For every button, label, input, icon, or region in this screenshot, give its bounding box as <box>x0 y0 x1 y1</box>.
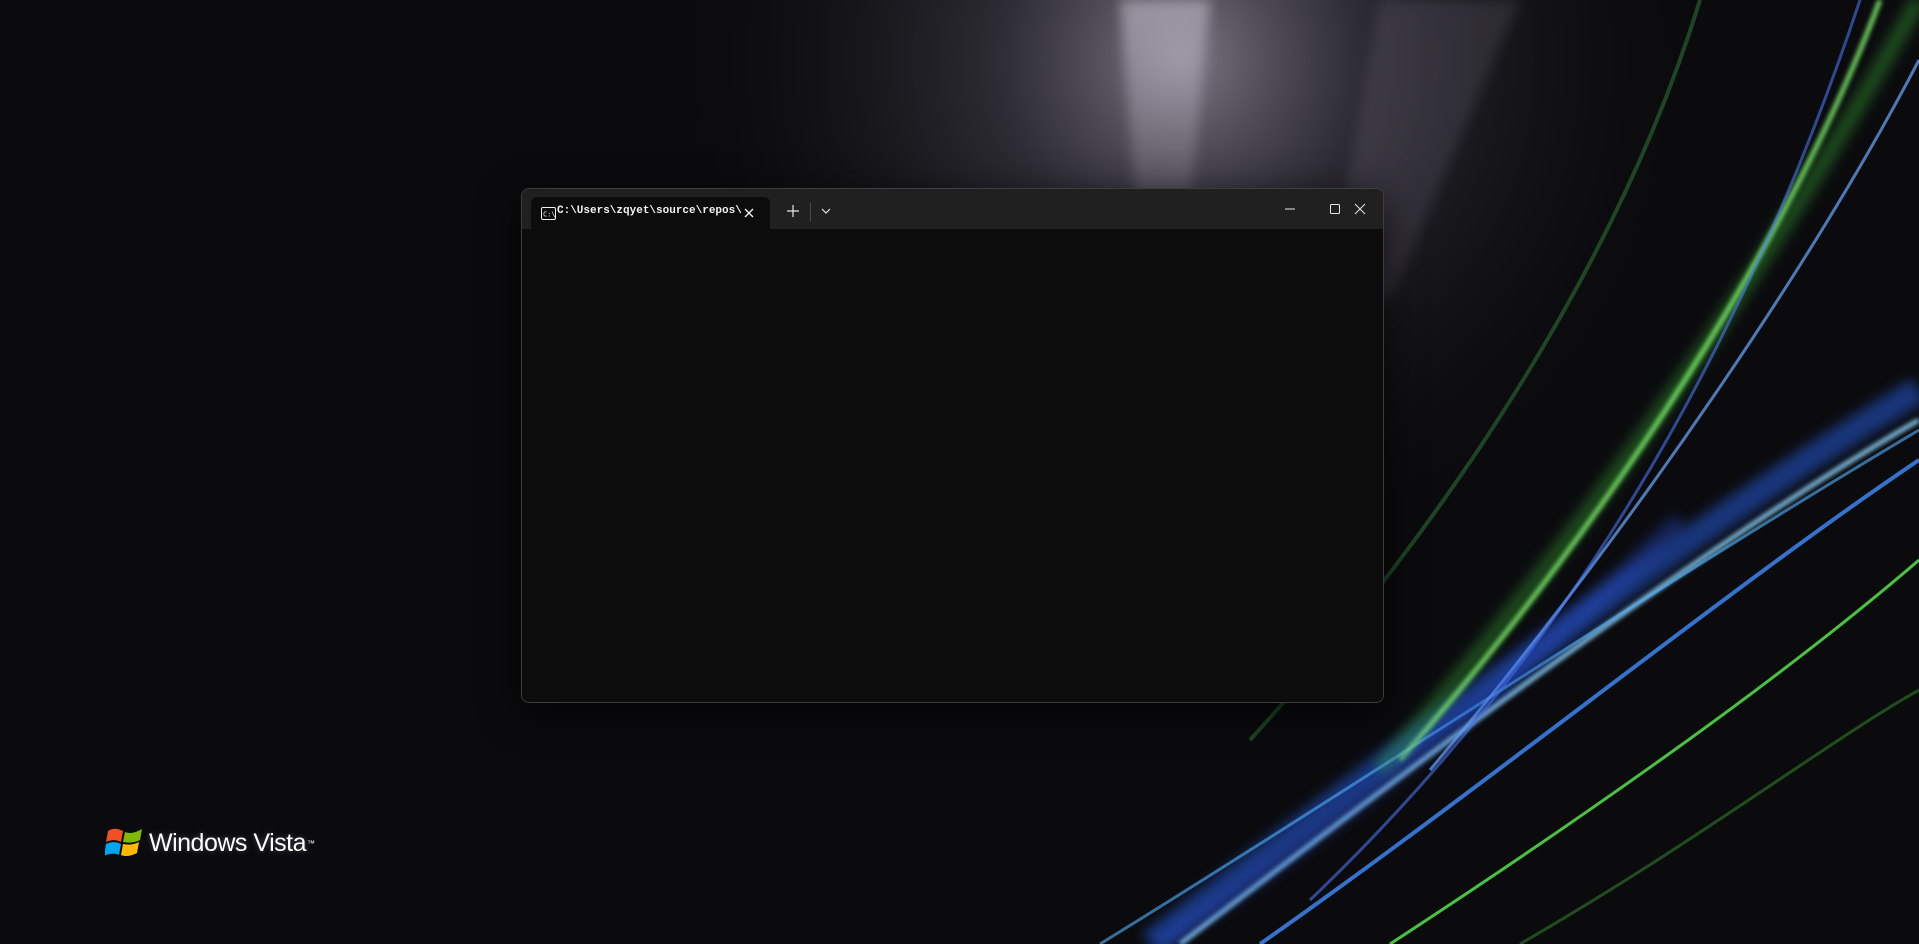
minimize-button[interactable] <box>1267 189 1312 229</box>
logo-trademark: ™ <box>307 838 315 848</box>
windows-flag-icon <box>105 828 142 857</box>
close-tab-icon[interactable] <box>741 205 757 221</box>
terminal-content-area[interactable] <box>522 229 1383 702</box>
terminal-tab[interactable]: C:\ C:\Users\zqyet\source\repos\ <box>531 197 770 229</box>
terminal-titlebar[interactable]: C:\ C:\Users\zqyet\source\repos\ <box>522 189 1383 229</box>
svg-text:C:\: C:\ <box>543 211 556 219</box>
new-tab-button[interactable] <box>778 197 808 225</box>
cmd-icon: C:\ <box>541 207 556 220</box>
plus-icon <box>787 205 799 217</box>
profile-dropdown-button[interactable] <box>814 197 838 225</box>
minimize-icon <box>1284 208 1295 210</box>
chevron-down-icon <box>821 208 831 214</box>
tab-separator <box>810 203 811 221</box>
close-window-button[interactable] <box>1337 189 1383 229</box>
terminal-window[interactable]: C:\ C:\Users\zqyet\source\repos\ <box>521 188 1384 703</box>
close-icon <box>1354 203 1366 215</box>
tab-title: C:\Users\zqyet\source\repos\ <box>557 205 742 217</box>
logo-text: Windows Vista <box>149 828 307 857</box>
windows-vista-logo: Windows Vista ™ <box>105 823 315 863</box>
